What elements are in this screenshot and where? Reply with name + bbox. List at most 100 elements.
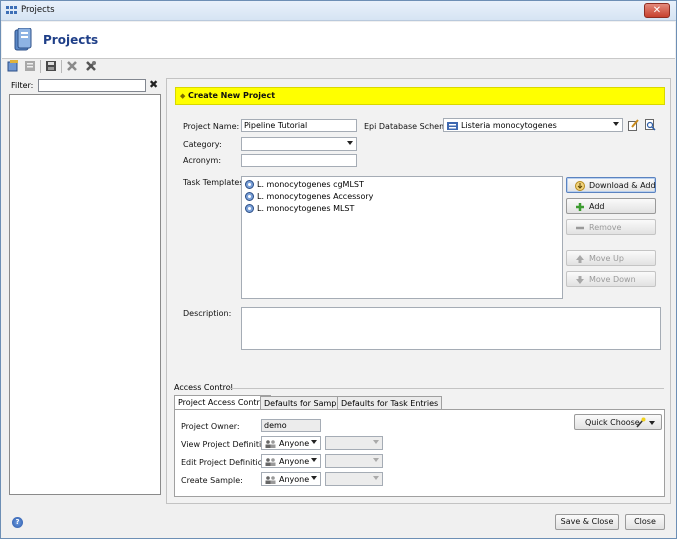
filter-label: Filter: [11, 81, 34, 90]
search-scheme-icon[interactable] [645, 119, 656, 131]
create-sample-value: Anyone [279, 475, 310, 484]
page-title: Projects [43, 33, 99, 47]
project-name-field[interactable]: Pipeline Tutorial [241, 119, 357, 132]
arrow-up-icon [576, 255, 584, 263]
list-item[interactable]: L. monocytogenes MLST [245, 204, 354, 213]
app-grid-icon [6, 6, 17, 14]
chevron-down-icon [373, 440, 379, 444]
edit-icon[interactable] [24, 60, 36, 72]
close-button[interactable]: Close [625, 514, 665, 530]
window-close-button[interactable]: ✕ [644, 3, 670, 18]
arrow-down-icon [576, 276, 584, 284]
access-control-title: Access Control [174, 383, 233, 392]
list-item[interactable]: L. monocytogenes Accessory [245, 192, 373, 201]
save-close-button[interactable]: Save & Close [555, 514, 619, 530]
close-label: Close [634, 517, 656, 526]
chevron-down-icon [613, 122, 619, 126]
window-title: Projects [21, 5, 55, 15]
users-icon [265, 476, 276, 484]
tab-project-access-control[interactable]: Project Access Control [174, 395, 271, 410]
quick-choose-label: Quick Choose [585, 418, 640, 427]
create-project-banner: ◆ Create New Project [175, 87, 665, 105]
title-bar: Projects ✕ [1, 1, 676, 21]
users-icon [265, 440, 276, 448]
view-definition-select[interactable]: Anyone [261, 436, 321, 450]
edit-definition-label: Edit Project Definition: [181, 458, 271, 467]
template-label: L. monocytogenes MLST [257, 204, 355, 213]
edit-scheme-icon[interactable] [628, 119, 639, 131]
access-control-tab-body: Quick Choose Project Owner: demo View Pr… [174, 409, 665, 497]
list-item[interactable]: L. monocytogenes cgMLST [245, 180, 364, 189]
create-project-panel: ◆ Create New Project Project Name: Pipel… [166, 78, 671, 504]
task-templates-list[interactable]: L. monocytogenes cgMLST L. monocytogenes… [241, 176, 563, 299]
help-icon[interactable]: ? [12, 517, 23, 528]
close-icon: ✕ [652, 5, 662, 16]
save-close-label: Save & Close [560, 517, 614, 526]
toolbar-separator [40, 60, 41, 73]
section-divider [227, 388, 664, 389]
edit-definition-select[interactable]: Anyone [261, 454, 321, 468]
banner-bullet-icon: ◆ [180, 92, 186, 100]
chevron-down-icon [373, 458, 379, 462]
view-definition-group-select [325, 436, 383, 450]
description-field[interactable] [241, 307, 661, 350]
acronym-field[interactable] [241, 154, 357, 167]
page-header: Projects [2, 22, 675, 59]
project-owner-field: demo [261, 419, 321, 432]
add-button[interactable]: Add [566, 198, 656, 214]
projects-icon [14, 28, 32, 51]
category-label: Category: [183, 140, 222, 149]
tab-defaults-for-task-entries[interactable]: Defaults for Task Entries [337, 396, 443, 410]
epi-scheme-value: Listeria monocytogenes [461, 121, 557, 130]
plus-icon [576, 203, 584, 211]
category-select[interactable] [241, 137, 357, 151]
banner-title: Create New Project [188, 91, 276, 100]
projects-window: Projects ✕ Projects Filter: ✖ ◆ Create N… [0, 0, 677, 539]
acronym-label: Acronym: [183, 156, 222, 165]
edit-definition-value: Anyone [279, 457, 310, 466]
remove-label: Remove [589, 223, 622, 232]
filter-input[interactable] [38, 79, 146, 92]
magic-wand-icon [636, 417, 646, 428]
database-icon [447, 122, 458, 130]
clear-filter-icon[interactable]: ✖ [149, 78, 158, 91]
template-label: L. monocytogenes cgMLST [257, 180, 364, 189]
epi-scheme-label: Epi Database Scheme: [364, 122, 455, 131]
move-up-label: Move Up [589, 254, 624, 263]
new-project-icon[interactable] [7, 60, 19, 72]
project-owner-label: Project Owner: [181, 422, 240, 431]
chevron-down-icon [311, 476, 317, 480]
download-icon [575, 181, 585, 191]
project-name-label: Project Name: [183, 122, 240, 131]
template-label: L. monocytogenes Accessory [257, 192, 374, 201]
chevron-down-icon [311, 440, 317, 444]
add-label: Add [589, 202, 605, 211]
create-sample-group-select [325, 472, 383, 486]
template-icon [245, 180, 254, 189]
edit-definition-group-select [325, 454, 383, 468]
chevron-down-icon [311, 458, 317, 462]
toolbar-separator [61, 60, 62, 73]
remove-button[interactable]: Remove [566, 219, 656, 235]
settings-icon[interactable] [85, 60, 97, 72]
project-list[interactable] [9, 94, 161, 495]
minus-icon [576, 226, 584, 230]
chevron-down-icon [347, 141, 353, 145]
save-icon[interactable] [45, 60, 57, 72]
template-icon [245, 192, 254, 201]
download-add-label: Download & Add [589, 181, 656, 190]
task-templates-label: Task Templates: [183, 178, 247, 187]
description-label: Description: [183, 309, 232, 318]
chevron-down-icon [649, 421, 655, 425]
epi-scheme-select[interactable]: Listeria monocytogenes [443, 118, 623, 132]
move-up-button[interactable]: Move Up [566, 250, 656, 266]
delete-icon[interactable] [66, 60, 78, 72]
quick-choose-button[interactable]: Quick Choose [574, 414, 662, 430]
create-sample-select[interactable]: Anyone [261, 472, 321, 486]
create-sample-label: Create Sample: [181, 476, 243, 485]
move-down-label: Move Down [589, 275, 636, 284]
move-down-button[interactable]: Move Down [566, 271, 656, 287]
users-icon [265, 458, 276, 466]
download-add-button[interactable]: Download & Add [566, 177, 656, 193]
view-definition-value: Anyone [279, 439, 310, 448]
